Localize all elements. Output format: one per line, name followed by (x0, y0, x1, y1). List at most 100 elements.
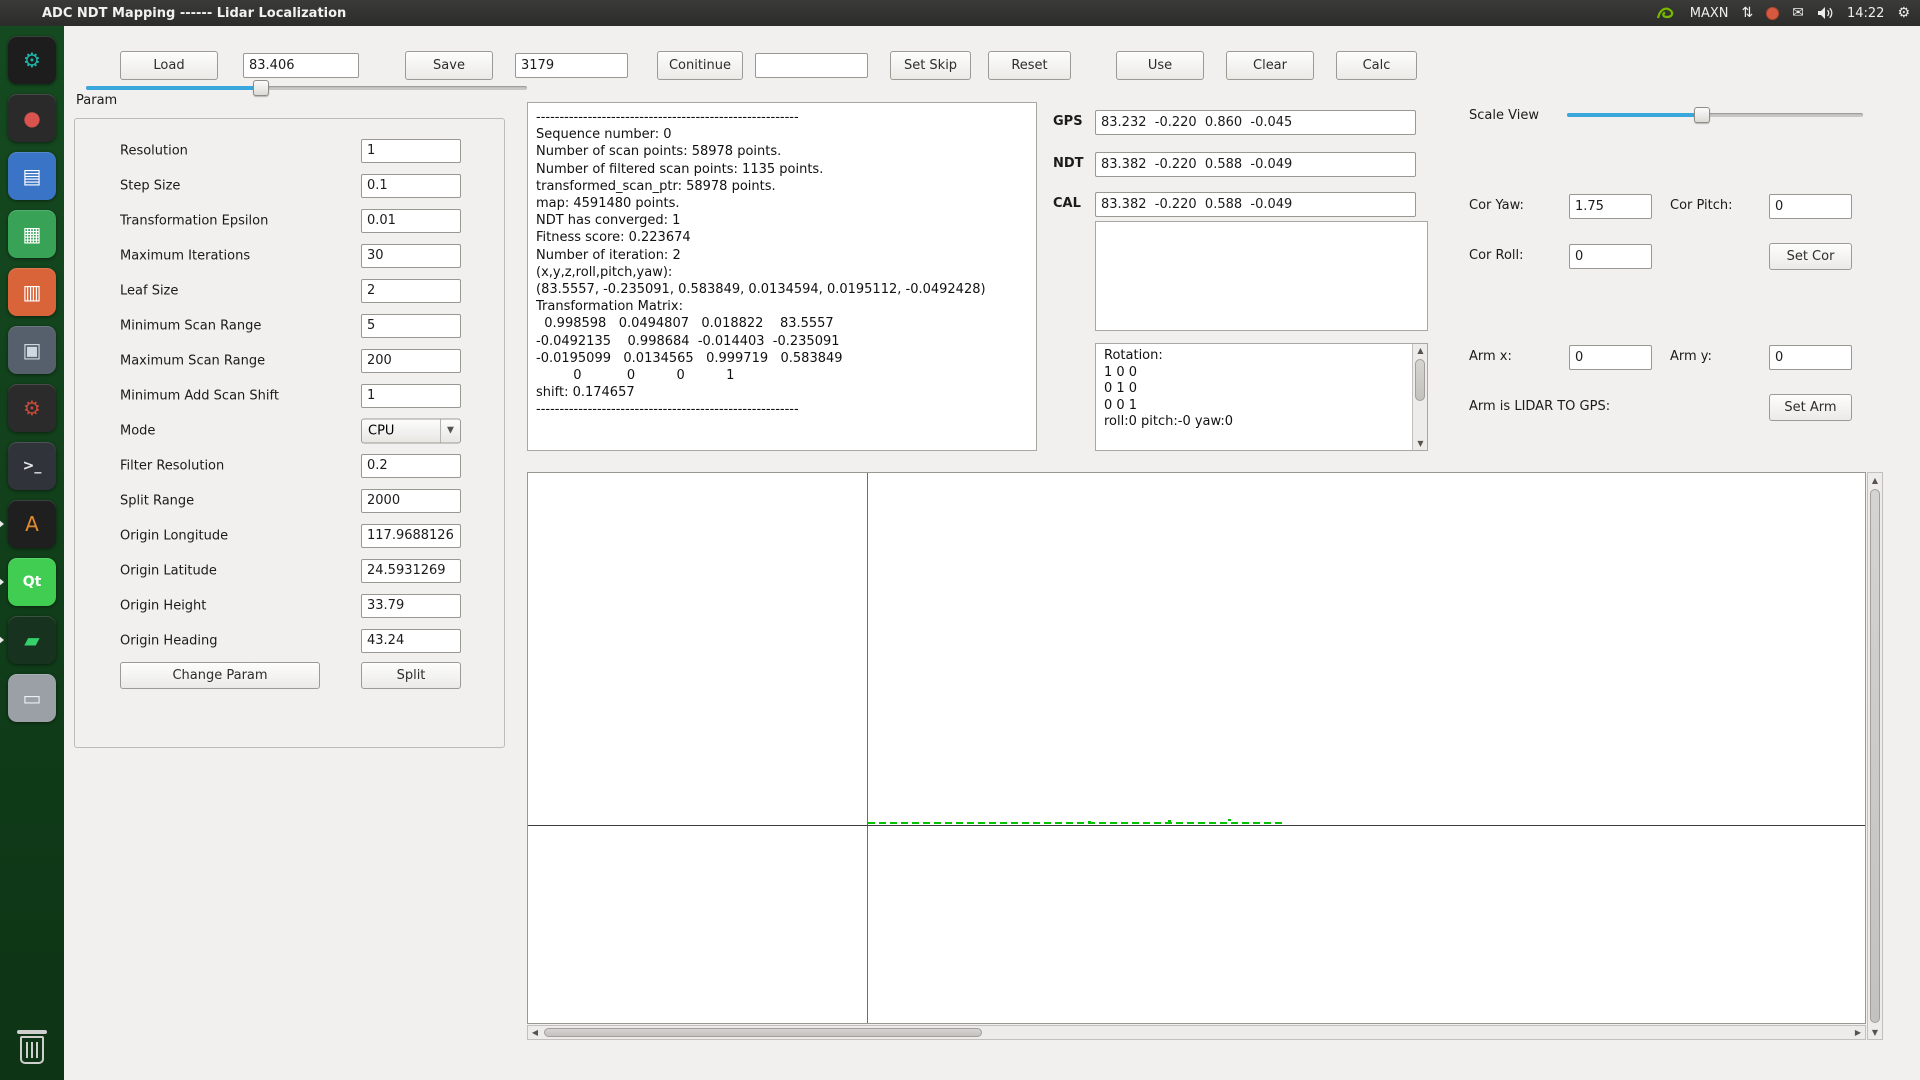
volume-icon[interactable] (1817, 6, 1834, 20)
dock-item-terminal[interactable]: >_ (8, 442, 56, 490)
origin-longitude-label: Origin Longitude (120, 528, 228, 543)
a-tool-icon: A (25, 514, 39, 534)
minimum-scan-range-input[interactable] (361, 314, 461, 338)
cor-yaw-input[interactable] (1569, 194, 1652, 219)
ndt-pose-input[interactable] (1095, 152, 1416, 177)
gpu-mode-label[interactable]: MAXN (1690, 6, 1729, 21)
dock-item-vehicle-tool[interactable]: ▰ (8, 616, 56, 664)
rotation-scrollbar[interactable]: ▲ ▼ (1412, 344, 1427, 450)
mode-dropdown[interactable]: CPU ▼ (361, 418, 461, 443)
load-button[interactable]: Load (120, 51, 218, 80)
set-skip-button[interactable]: Set Skip (890, 51, 971, 80)
canvas-horizontal-axis (528, 825, 1865, 826)
canvas-vertical-axis (867, 473, 868, 1023)
update-manager-icon: ● (23, 108, 40, 128)
session-gear-icon[interactable]: ⚙ (1897, 5, 1910, 21)
filter-resolution-input[interactable] (361, 454, 461, 478)
calc-button[interactable]: Calc (1336, 51, 1417, 80)
scale-view-slider[interactable] (1567, 113, 1863, 117)
cor-pitch-input[interactable] (1769, 194, 1852, 219)
dock-item-calc[interactable]: ▦ (8, 210, 56, 258)
scroll-left-icon[interactable]: ◀ (528, 1026, 542, 1039)
scroll-up-icon[interactable]: ▲ (1868, 473, 1882, 487)
cor-roll-input[interactable] (1569, 244, 1652, 269)
resolution-input[interactable] (361, 139, 461, 163)
change-param-button[interactable]: Change Param (120, 662, 320, 689)
preview-box[interactable] (1095, 221, 1428, 331)
scroll-right-icon[interactable]: ▶ (1851, 1026, 1865, 1039)
dock-item-writer[interactable]: ▤ (8, 152, 56, 200)
scale-view-slider-handle[interactable] (1694, 107, 1710, 123)
continue-button[interactable]: Conitinue (657, 51, 743, 80)
map-canvas[interactable] (527, 472, 1866, 1024)
scroll-down-icon[interactable]: ▼ (1868, 1025, 1882, 1039)
rotation-box[interactable]: Rotation: 1 0 0 0 1 0 0 0 1 roll:0 pitch… (1095, 343, 1428, 451)
progress-slider[interactable] (86, 86, 527, 90)
canvas-hscrollbar[interactable]: ◀ ▶ (527, 1025, 1866, 1040)
step-size-input[interactable] (361, 174, 461, 198)
split-range-label: Split Range (120, 493, 194, 508)
maximum-iterations-label: Maximum Iterations (120, 248, 250, 263)
clock-label[interactable]: 14:22 (1847, 6, 1884, 21)
gps-label: GPS (1053, 114, 1083, 129)
mail-icon[interactable]: ✉ (1792, 5, 1804, 21)
arm-y-input[interactable] (1769, 345, 1852, 370)
canvas-hscroll-thumb[interactable] (544, 1028, 982, 1037)
canvas-vscroll-thumb[interactable] (1870, 489, 1880, 1023)
dock-item-software-center[interactable]: ▣ (8, 326, 56, 374)
use-button[interactable]: Use (1116, 51, 1204, 80)
transformation-epsilon-input[interactable] (361, 209, 461, 233)
split-button[interactable]: Split (361, 662, 461, 689)
reset-button[interactable]: Reset (988, 51, 1071, 80)
origin-latitude-label: Origin Latitude (120, 563, 217, 578)
dock-item-settings[interactable]: ⚙ (8, 384, 56, 432)
origin-height-input[interactable] (361, 594, 461, 618)
dock-item-qt-creator[interactable]: ⚙ (8, 36, 56, 84)
rotation-scroll-thumb[interactable] (1415, 359, 1425, 401)
arm-x-input[interactable] (1569, 345, 1652, 370)
dock-item-a-tool[interactable]: A (8, 500, 56, 548)
set-arm-button[interactable]: Set Arm (1769, 394, 1852, 421)
param-groupbox: Resolution Step Size Transformation Epsi… (74, 118, 505, 748)
origin-heading-input[interactable] (361, 629, 461, 653)
step-size-label: Step Size (120, 178, 180, 193)
continue-value-input[interactable] (755, 53, 868, 78)
save-button[interactable]: Save (405, 51, 493, 80)
qt-icon: Qt (23, 575, 42, 589)
dock-item-impress[interactable]: ▥ (8, 268, 56, 316)
canvas-vscrollbar[interactable]: ▲ ▼ (1867, 472, 1883, 1040)
origin-latitude-input[interactable] (361, 559, 461, 583)
ndt-label: NDT (1053, 156, 1084, 171)
load-value-input[interactable] (243, 53, 359, 78)
writer-icon: ▤ (23, 166, 42, 186)
ndt-log-output[interactable]: ----------------------------------------… (527, 102, 1037, 451)
save-value-input[interactable] (515, 53, 628, 78)
gps-pose-input[interactable] (1095, 110, 1416, 135)
mode-selected-value: CPU (362, 423, 440, 438)
status-dot-icon[interactable] (1766, 7, 1779, 20)
origin-longitude-input[interactable] (361, 524, 461, 548)
dock-item-qt[interactable]: Qt (8, 558, 56, 606)
minimum-add-scan-shift-input[interactable] (361, 384, 461, 408)
scroll-down-icon[interactable]: ▼ (1413, 437, 1428, 450)
scroll-up-icon[interactable]: ▲ (1413, 344, 1428, 357)
split-range-input[interactable] (361, 489, 461, 513)
cal-label: CAL (1053, 196, 1081, 211)
clear-button[interactable]: Clear (1226, 51, 1314, 80)
transformation-epsilon-label: Transformation Epsilon (120, 213, 268, 228)
mode-label: Mode (120, 423, 155, 438)
leaf-size-input[interactable] (361, 279, 461, 303)
dock-item-update-manager[interactable]: ● (8, 94, 56, 142)
maximum-scan-range-label: Maximum Scan Range (120, 353, 265, 368)
maximum-iterations-input[interactable] (361, 244, 461, 268)
param-row-resolution: Resolution (75, 133, 504, 168)
cor-pitch-label: Cor Pitch: (1670, 198, 1733, 213)
dock-item-trash[interactable] (14, 1026, 50, 1068)
cal-pose-input[interactable] (1095, 192, 1416, 217)
set-cor-button[interactable]: Set Cor (1769, 243, 1852, 270)
dock-item-disk-utility[interactable]: ▭ (8, 674, 56, 722)
progress-slider-handle[interactable] (253, 80, 269, 96)
network-arrows-icon[interactable]: ⇅ (1742, 5, 1754, 21)
nvidia-icon[interactable] (1655, 6, 1677, 20)
maximum-scan-range-input[interactable] (361, 349, 461, 373)
